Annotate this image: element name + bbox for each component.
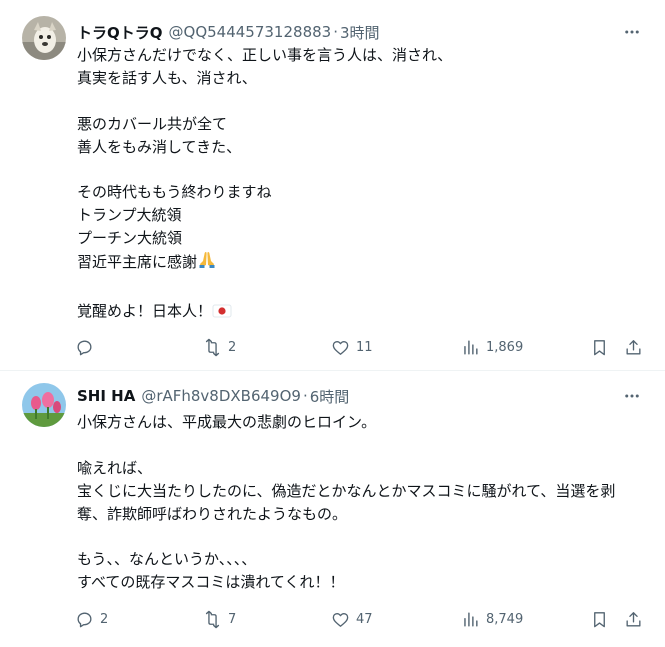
tweet-text: 小保方さんだけでなく、正しい事を言う人は、消され、 真実を話す人も、消され、 悪…	[77, 44, 641, 326]
tweet-header: トラQトラQ @QQ5444573128883 · 3時間	[77, 21, 605, 43]
tweet-line: 小保方さんは、平成最大の悲劇のヒロイン。	[77, 413, 377, 431]
tweet-line: その時代ももう終わりますね	[77, 183, 272, 202]
more-icon[interactable]	[621, 21, 643, 43]
tweet[interactable]: トラQトラQ @QQ5444573128883 · 3時間 小保方さんだけでなく…	[0, 0, 665, 371]
tweet-line: トランプ大統領	[77, 206, 182, 225]
retweet-icon	[205, 338, 220, 356]
tweet-line: 覚醒めよ！日本人！	[77, 300, 641, 326]
views-button[interactable]: 8,749	[461, 607, 523, 631]
reply-button[interactable]	[75, 335, 100, 359]
tweet-line	[77, 159, 641, 182]
view-count: 1,869	[486, 339, 524, 355]
like-icon	[332, 340, 349, 355]
tweet-line: プーチン大統領	[77, 229, 183, 248]
tweet-line	[77, 277, 641, 300]
reply-icon	[77, 339, 92, 355]
author-name[interactable]: トラQトラQ	[77, 22, 163, 43]
tweet-line	[77, 526, 641, 549]
author-handle[interactable]: @QQ5444573128883	[169, 23, 332, 41]
tweet-line	[77, 434, 641, 457]
share-icon	[626, 611, 641, 627]
retweet-button[interactable]: 2	[203, 335, 236, 359]
tweet-text: 小保方さんは、平成最大の悲劇のヒロイン。 喩えれば、 宝くじに大当たりしたのに、…	[77, 411, 641, 594]
tweet-line-text: 覚醒めよ！日本人！	[77, 301, 213, 320]
tweet-line: 習近平主席に感謝	[77, 250, 641, 277]
separator: ·	[333, 23, 338, 41]
retweet-button[interactable]: 7	[203, 607, 236, 631]
retweet-count: 2	[228, 339, 237, 355]
author-handle[interactable]: @rAFh8v8DXB649O9	[141, 387, 301, 405]
timestamp[interactable]: 3時間	[340, 22, 380, 43]
bookmark-button[interactable]	[590, 607, 609, 631]
tweet-line: 小保方さんだけでなく、正しい事を言う人は、消され、	[77, 46, 453, 64]
reply-button[interactable]: 2	[75, 607, 108, 631]
more-icon[interactable]	[621, 385, 643, 407]
like-count: 11	[356, 339, 373, 355]
timestamp[interactable]: 6時間	[310, 386, 350, 407]
like-button[interactable]: 47	[331, 607, 373, 631]
action-bar: 2 11 1,869	[0, 335, 665, 359]
like-count: 47	[356, 611, 373, 627]
like-icon	[332, 612, 349, 627]
action-bar: 2 7 47 8,749	[0, 607, 665, 631]
share-button[interactable]	[624, 335, 643, 359]
reply-icon	[77, 611, 92, 627]
view-count: 8,749	[486, 611, 524, 627]
tweet-line: すべての既存マスコミは潰れてくれ！！	[77, 573, 345, 592]
bookmark-icon	[594, 339, 605, 355]
tweet-line-text: 習近平主席に感謝	[77, 253, 198, 272]
tweet-line: 真実を話す人も、消され、	[77, 68, 257, 87]
tweet-header: SHI HA @rAFh8v8DXB649O9 · 6時間	[77, 385, 605, 407]
bookmark-icon	[594, 611, 605, 627]
tweet-line: 宝くじに大当たりしたのに、偽造だとかなんとかマスコミに騒がれて、当選を剥奪、詐欺…	[77, 481, 616, 523]
views-icon	[464, 611, 478, 627]
bookmark-button[interactable]	[590, 335, 609, 359]
share-icon	[626, 339, 641, 355]
views-icon	[464, 339, 478, 355]
tweet[interactable]: SHI HA @rAFh8v8DXB649O9 · 6時間 小保方さんは、平成最…	[0, 371, 665, 647]
tweet-line: 善人をもみ消してきた、	[77, 137, 242, 156]
author-name[interactable]: SHI HA	[77, 387, 135, 405]
folded-hands-emoji	[197, 250, 217, 277]
like-button[interactable]: 11	[331, 335, 373, 359]
retweet-count: 7	[228, 611, 237, 627]
views-button[interactable]: 1,869	[461, 335, 523, 359]
reply-count: 2	[100, 611, 109, 627]
tweet-line: 悪のカバール共が全て	[77, 114, 228, 133]
retweet-icon	[205, 610, 220, 628]
japan-flag-emoji	[212, 303, 232, 326]
avatar[interactable]	[22, 383, 66, 427]
tweet-line: もう、、なんというか、、、、	[77, 550, 257, 569]
separator: ·	[302, 387, 308, 405]
tweet-line	[77, 90, 641, 113]
share-button[interactable]	[624, 607, 643, 631]
tweet-line: 喩えれば、	[77, 458, 153, 477]
avatar[interactable]	[22, 16, 66, 60]
